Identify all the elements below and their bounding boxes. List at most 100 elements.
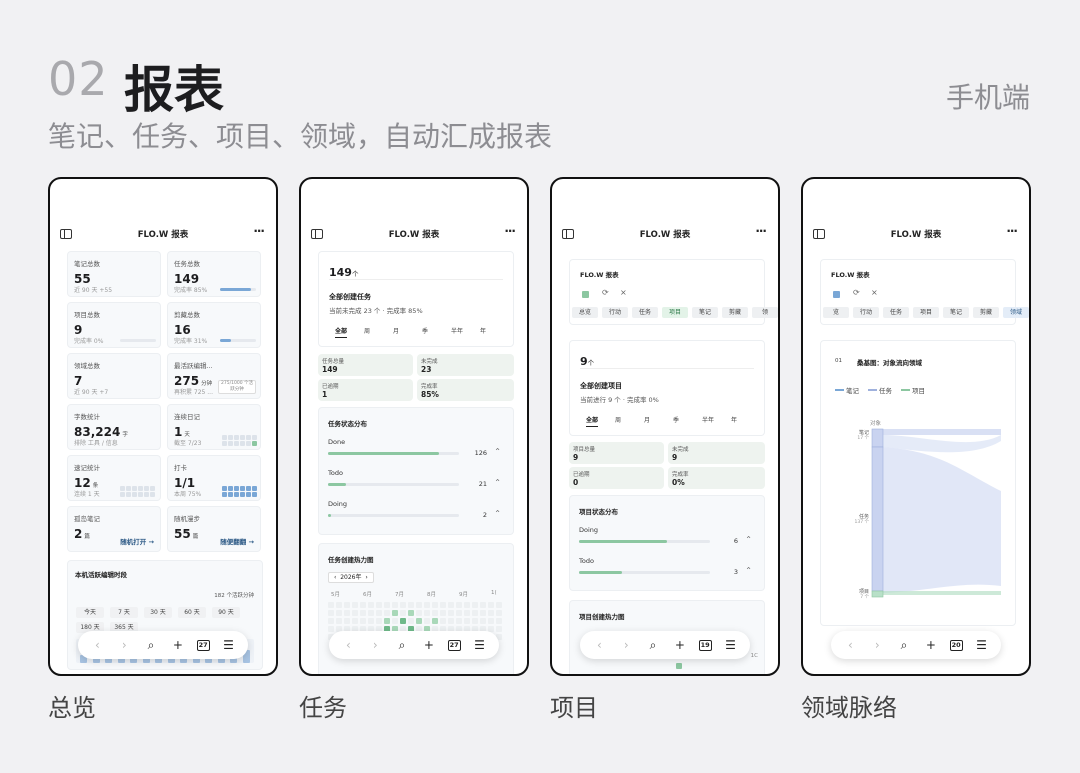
heatmap-cell — [328, 602, 334, 608]
expand-icon[interactable]: ⌃ — [494, 478, 501, 487]
period-tab[interactable]: 全部 — [586, 415, 599, 427]
heatmap-cell — [464, 618, 470, 624]
add-icon[interactable]: + — [672, 638, 688, 652]
report-tab[interactable]: 剪藏 — [722, 307, 748, 318]
report-tab[interactable]: 剪藏 — [973, 307, 999, 318]
report-tab[interactable]: 项目 — [913, 307, 939, 318]
menu-icon[interactable]: ☰ — [974, 638, 990, 652]
add-icon[interactable]: + — [421, 638, 437, 652]
search-icon[interactable]: ⌕ — [394, 638, 410, 653]
metric-card: 完成率 0% — [668, 467, 765, 489]
bottom-nav: ‹ › ⌕ + 27 ☰ — [329, 631, 499, 659]
calendar-icon[interactable]: 27 — [447, 639, 461, 651]
heatmap-cell — [472, 610, 478, 616]
stat-sub: 本周 75% — [174, 491, 202, 498]
search-icon[interactable]: ⌕ — [645, 638, 661, 653]
add-icon[interactable]: + — [923, 638, 939, 652]
app-title: FLO.W 报表 — [388, 230, 440, 240]
period-tab[interactable]: 月 — [644, 415, 650, 424]
more-icon[interactable]: ··· — [253, 224, 265, 238]
calendar-icon[interactable]: 20 — [949, 639, 963, 651]
calendar-icon[interactable]: 27 — [196, 639, 210, 651]
report-tab[interactable]: 行动 — [853, 307, 879, 318]
heatmap-cell — [416, 602, 422, 608]
bottom-nav: ‹ › ⌕ + 20 ☰ — [831, 631, 1001, 659]
grid-cell — [252, 486, 257, 491]
heatmap-cell — [360, 602, 366, 608]
more-icon[interactable]: ··· — [755, 224, 767, 238]
range-chip[interactable]: 今天 — [76, 607, 104, 618]
period-tab[interactable]: 周 — [364, 326, 370, 335]
forward-icon[interactable]: › — [869, 638, 885, 652]
period-tab[interactable]: 全部 — [335, 326, 348, 338]
expand-icon[interactable]: ⌃ — [745, 566, 752, 575]
report-tab[interactable]: 行动 — [602, 307, 628, 318]
refresh-icon[interactable]: ⟳ — [853, 288, 860, 297]
forward-icon[interactable]: › — [367, 638, 383, 652]
report-tab[interactable]: 项目 — [662, 307, 688, 318]
heatmap-cell — [384, 610, 390, 616]
year-selector[interactable]: ‹ 2026年 › — [328, 572, 374, 583]
range-chip[interactable]: 7 天 — [110, 607, 138, 618]
expand-icon[interactable]: ⌃ — [494, 447, 501, 456]
heatmap-cell — [368, 602, 374, 608]
range-chip[interactable]: 60 天 — [178, 607, 206, 618]
range-chip[interactable]: 30 天 — [144, 607, 172, 618]
task-heatmap-title: 任务创建热力图 — [328, 556, 374, 564]
grid-cell — [222, 486, 227, 491]
heatmap-cell — [416, 610, 422, 616]
menu-icon[interactable]: ☰ — [723, 638, 739, 652]
stat-link[interactable]: 随机打开 → — [120, 536, 154, 546]
back-icon[interactable]: ‹ — [340, 638, 356, 652]
report-tab[interactable]: 总览 — [572, 307, 598, 318]
add-icon[interactable]: + — [170, 638, 186, 652]
grid-cell — [234, 435, 239, 440]
status-bar — [579, 571, 710, 574]
calendar-icon[interactable]: 19 — [698, 639, 712, 651]
heatmap-cell — [496, 626, 502, 632]
report-tab[interactable]: 任务 — [883, 307, 909, 318]
search-icon[interactable]: ⌕ — [896, 638, 912, 653]
refresh-icon[interactable]: ⟳ — [602, 288, 609, 297]
back-icon[interactable]: ‹ — [842, 638, 858, 652]
active-time-title: 本机活跃编辑时段 — [75, 571, 127, 579]
expand-icon[interactable]: ⌃ — [494, 509, 501, 518]
heatmap-month: 8月 — [427, 592, 436, 598]
menu-icon[interactable]: ☰ — [221, 638, 237, 652]
heatmap-month: 6月 — [363, 592, 372, 598]
period-tab[interactable]: 季 — [673, 415, 679, 424]
stat-link[interactable]: 随便翻翻 → — [220, 536, 254, 546]
back-icon[interactable]: ‹ — [89, 638, 105, 652]
close-icon[interactable]: × — [620, 288, 627, 297]
period-tab[interactable]: 年 — [731, 415, 737, 424]
period-tab[interactable]: 半年 — [702, 415, 714, 424]
color-swatch[interactable] — [833, 291, 840, 298]
heatmap-cell — [456, 618, 462, 624]
metric-label: 完成率 — [672, 472, 689, 478]
report-tab[interactable]: 领 — [752, 307, 778, 318]
more-icon[interactable]: ··· — [1006, 224, 1018, 238]
period-tab[interactable]: 年 — [480, 326, 486, 335]
forward-icon[interactable]: › — [618, 638, 634, 652]
period-tab[interactable]: 季 — [422, 326, 428, 335]
back-icon[interactable]: ‹ — [591, 638, 607, 652]
range-chip[interactable]: 90 天 — [212, 607, 240, 618]
menu-icon[interactable]: ☰ — [472, 638, 488, 652]
close-icon[interactable]: × — [871, 288, 878, 297]
expand-icon[interactable]: ⌃ — [745, 535, 752, 544]
search-icon[interactable]: ⌕ — [143, 638, 159, 653]
more-icon[interactable]: ··· — [504, 224, 516, 238]
heatmap-cell — [424, 610, 430, 616]
color-swatch[interactable] — [582, 291, 589, 298]
report-tab[interactable]: 领域 — [1003, 307, 1029, 318]
period-tab[interactable]: 半年 — [451, 326, 463, 335]
stat-sub: 完成率 85% — [174, 287, 208, 294]
period-tab[interactable]: 周 — [615, 415, 621, 424]
report-tab[interactable]: 笔记 — [943, 307, 969, 318]
period-tab[interactable]: 月 — [393, 326, 399, 335]
report-tab[interactable]: 任务 — [632, 307, 658, 318]
forward-icon[interactable]: › — [116, 638, 132, 652]
report-tab[interactable]: 笔记 — [692, 307, 718, 318]
report-tab[interactable]: 览 — [823, 307, 849, 318]
stat-card: 剪藏总数 16 完成率 31% — [167, 302, 261, 348]
